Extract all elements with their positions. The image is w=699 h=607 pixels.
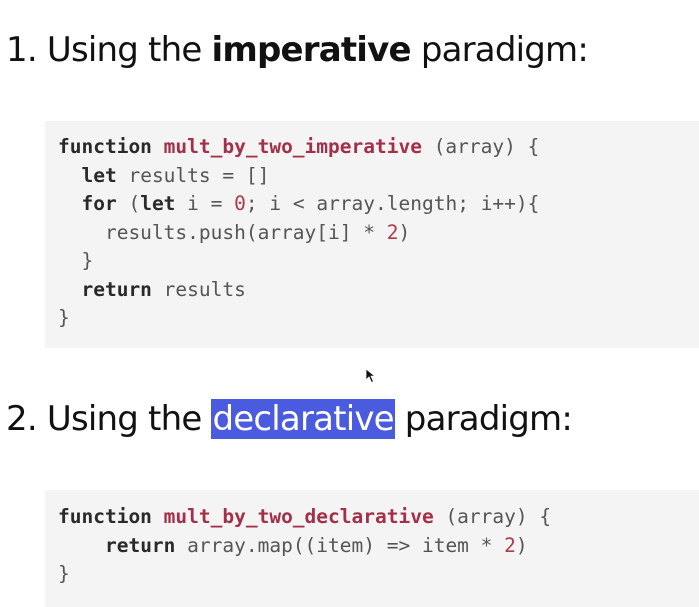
code-line: } (58, 304, 699, 333)
section-1-prefix: Using the (46, 30, 202, 70)
imperative-code-block: function mult_by_two_imperative (array) … (45, 121, 699, 348)
section-2-heading: 2. Using the declarative paradigm: (6, 397, 573, 441)
section-1-keyword: imperative (211, 30, 411, 70)
code-number: 2 (504, 533, 516, 557)
code-line: return array.map((item) => item * 2) (58, 532, 699, 561)
code-text: ( (116, 192, 141, 215)
code-line: for (let i = 0; i < array.length; i++){ (58, 190, 699, 219)
code-text: (array) { (421, 135, 540, 158)
section-1-suffix: paradigm: (420, 30, 589, 70)
code-number: 2 (386, 220, 399, 244)
code-text: ) (515, 533, 528, 557)
code-keyword: function (58, 135, 152, 158)
code-text: array.map((item) => item * (175, 533, 505, 557)
code-line: function mult_by_two_imperative (array) … (58, 133, 699, 162)
code-text: } (58, 249, 94, 272)
mouse-pointer-icon (365, 368, 377, 384)
code-number: 0 (234, 192, 246, 215)
code-text: results.push(array[i] * (58, 220, 387, 244)
code-keyword: let (140, 192, 176, 215)
section-2-number: 2. (6, 399, 38, 439)
code-text: (array) { (433, 505, 552, 528)
code-text: } (58, 562, 70, 585)
code-keyword: function (58, 505, 152, 528)
code-text: ; i < array.length; i++){ (245, 192, 540, 215)
code-line: function mult_by_two_declarative (array)… (58, 503, 699, 532)
code-keyword: for (81, 192, 117, 215)
declarative-code-block: function mult_by_two_declarative (array)… (45, 490, 699, 607)
code-text: ) (398, 220, 411, 244)
section-1-number: 1. (6, 30, 38, 70)
section-1-heading: 1. Using the imperative paradigm: (6, 28, 589, 72)
code-function-name: mult_by_two_imperative (163, 135, 422, 158)
code-line: results.push(array[i] * 2) (58, 219, 699, 248)
code-keyword: return (104, 533, 176, 557)
code-line: } (58, 247, 699, 276)
section-2-suffix: paradigm: (404, 399, 573, 439)
code-line: } (58, 560, 699, 589)
code-text: results (151, 277, 246, 301)
section-2-keyword-selected[interactable]: declarative (211, 399, 395, 439)
code-text: } (58, 306, 70, 329)
code-keyword: return (81, 277, 152, 301)
code-line: return results (58, 276, 699, 305)
code-function-name: mult_by_two_declarative (163, 505, 434, 528)
code-line: let results = [] (58, 162, 699, 191)
code-keyword: let (81, 163, 117, 187)
code-text: results = [] (116, 163, 270, 187)
section-2-prefix: Using the (46, 399, 202, 439)
code-text: i = (175, 192, 235, 215)
